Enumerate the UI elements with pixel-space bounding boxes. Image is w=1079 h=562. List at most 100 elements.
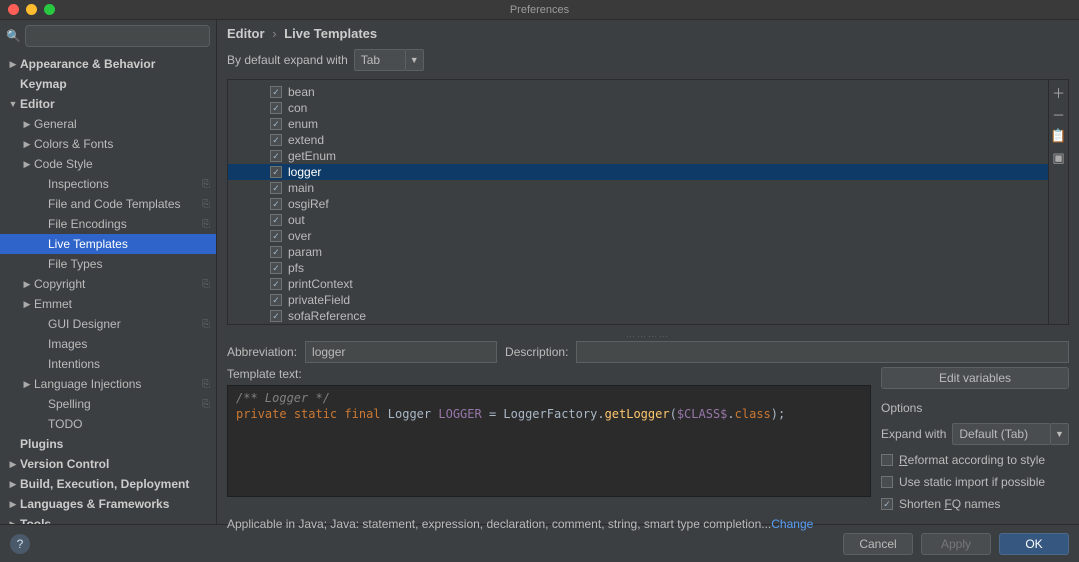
expand-with-inner-select[interactable]: Default (Tab): [952, 423, 1051, 445]
template-checkbox[interactable]: ✓: [270, 198, 282, 210]
tree-item[interactable]: ▶Copyright⎘: [0, 274, 216, 294]
tree-item[interactable]: ▶Keymap: [0, 74, 216, 94]
breadcrumb-separator: ›: [272, 26, 276, 41]
template-checkbox[interactable]: ✓: [270, 86, 282, 98]
template-checkbox[interactable]: ✓: [270, 118, 282, 130]
template-item[interactable]: ✓logger: [228, 164, 1048, 180]
tree-item[interactable]: ▶File Encodings⎘: [0, 214, 216, 234]
scope-badge-icon: ⎘: [202, 199, 210, 210]
template-checkbox[interactable]: ✓: [270, 246, 282, 258]
tree-item[interactable]: ▶Languages & Frameworks: [0, 494, 216, 514]
static-import-option[interactable]: Use static import if possible: [881, 475, 1069, 489]
tree-item[interactable]: ▶Appearance & Behavior: [0, 54, 216, 74]
add-template-button[interactable]: ＋: [1051, 84, 1067, 100]
window-maximize-button[interactable]: [44, 4, 55, 15]
template-item[interactable]: ✓ param: [228, 244, 1048, 260]
edit-variables-button[interactable]: Edit variables: [881, 367, 1069, 389]
remove-template-button[interactable]: －: [1051, 106, 1067, 122]
shorten-fq-option[interactable]: ✓ Shorten FQ names: [881, 497, 1069, 511]
tree-item-label: Build, Execution, Deployment: [20, 477, 210, 491]
tree-item-label: Spelling: [48, 397, 198, 411]
expand-with-dropdown-arrow[interactable]: ▼: [406, 49, 424, 71]
template-checkbox[interactable]: ✓: [270, 294, 282, 306]
tree-item[interactable]: ▶Tools: [0, 514, 216, 524]
tree-item-label: Colors & Fonts: [34, 137, 210, 151]
expand-with-select[interactable]: Tab: [354, 49, 406, 71]
static-import-checkbox[interactable]: [881, 476, 893, 488]
template-name: printContext: [288, 277, 353, 291]
search-input[interactable]: [25, 25, 210, 47]
tree-arrow-icon: ▶: [8, 499, 18, 510]
template-checkbox[interactable]: ✓: [270, 262, 282, 274]
cancel-button[interactable]: Cancel: [843, 533, 913, 555]
abbreviation-input[interactable]: [305, 341, 497, 363]
tree-item[interactable]: ▼Editor: [0, 94, 216, 114]
tree-item[interactable]: ▶General: [0, 114, 216, 134]
tree-item[interactable]: ▶Language Injections⎘: [0, 374, 216, 394]
tree-arrow-icon: ▶: [8, 479, 18, 490]
template-item[interactable]: ✓getEnum: [228, 148, 1048, 164]
template-checkbox[interactable]: ✓: [270, 214, 282, 226]
tree-item[interactable]: ▶Plugins: [0, 434, 216, 454]
tree-arrow-icon: ▶: [22, 379, 32, 390]
tree-item-label: Emmet: [34, 297, 210, 311]
tree-item[interactable]: ▶Build, Execution, Deployment: [0, 474, 216, 494]
template-item[interactable]: ✓privateField: [228, 292, 1048, 308]
tree-item[interactable]: ▶GUI Designer⎘: [0, 314, 216, 334]
settings-tree[interactable]: ▶Appearance & Behavior▶Keymap▼Editor▶Gen…: [0, 52, 216, 524]
template-item[interactable]: ✓ extend: [228, 132, 1048, 148]
window-close-button[interactable]: [8, 4, 19, 15]
template-name: param: [288, 245, 322, 259]
tree-item[interactable]: ▶Colors & Fonts: [0, 134, 216, 154]
tree-item[interactable]: ▶File and Code Templates⎘: [0, 194, 216, 214]
reformat-option[interactable]: Reformat according to style: [881, 453, 1069, 467]
template-checkbox[interactable]: ✓: [270, 310, 282, 322]
template-settings-button[interactable]: ▣: [1051, 150, 1067, 166]
shorten-fq-checkbox[interactable]: ✓: [881, 498, 893, 510]
tree-item[interactable]: ▶File Types: [0, 254, 216, 274]
tree-item[interactable]: ▶Images: [0, 334, 216, 354]
reformat-checkbox[interactable]: [881, 454, 893, 466]
expand-with-inner-arrow[interactable]: ▼: [1051, 423, 1069, 445]
template-item[interactable]: ✓over: [228, 228, 1048, 244]
tree-item[interactable]: ▶Code Style: [0, 154, 216, 174]
tree-item[interactable]: ▶Live Templates: [0, 234, 216, 254]
template-checkbox[interactable]: ✓: [270, 278, 282, 290]
template-checkbox[interactable]: ✓: [270, 102, 282, 114]
titlebar[interactable]: Preferences: [0, 0, 1079, 20]
template-item[interactable]: ✓con: [228, 100, 1048, 116]
tree-item[interactable]: ▶Intentions: [0, 354, 216, 374]
help-button[interactable]: ?: [10, 534, 30, 554]
template-item[interactable]: ✓out: [228, 212, 1048, 228]
template-text-editor[interactable]: /** Logger */ private static final Logge…: [227, 385, 871, 497]
template-checkbox[interactable]: ✓: [270, 166, 282, 178]
template-item[interactable]: ✓main: [228, 180, 1048, 196]
template-checkbox[interactable]: ✓: [270, 134, 282, 146]
template-checkbox[interactable]: ✓: [270, 230, 282, 242]
scope-badge-icon: ⎘: [202, 279, 210, 290]
description-input[interactable]: [576, 341, 1069, 363]
template-item[interactable]: ✓sofaReference: [228, 308, 1048, 324]
template-checkbox[interactable]: ✓: [270, 150, 282, 162]
tree-item[interactable]: ▶Spelling⎘: [0, 394, 216, 414]
template-item[interactable]: ✓ bean: [228, 84, 1048, 100]
apply-button[interactable]: Apply: [921, 533, 991, 555]
tree-item[interactable]: ▶Emmet: [0, 294, 216, 314]
copy-template-button[interactable]: 📋: [1051, 128, 1067, 144]
change-context-link[interactable]: Change: [771, 517, 813, 531]
template-item[interactable]: ✓pfs: [228, 260, 1048, 276]
tree-item[interactable]: ▶Inspections⎘: [0, 174, 216, 194]
template-name: bean: [288, 85, 315, 99]
template-list[interactable]: ✓bean✓con✓enum✓extend✓getEnum✓logger✓mai…: [228, 80, 1048, 324]
template-item[interactable]: ✓osgiRef: [228, 196, 1048, 212]
template-name: extend: [288, 133, 324, 147]
scope-badge-icon: ⎘: [202, 219, 210, 230]
window-minimize-button[interactable]: [26, 4, 37, 15]
template-item[interactable]: ✓ printContext: [228, 276, 1048, 292]
ok-button[interactable]: OK: [999, 533, 1069, 555]
template-item[interactable]: ✓enum: [228, 116, 1048, 132]
template-checkbox[interactable]: ✓: [270, 182, 282, 194]
tree-item[interactable]: ▶TODO: [0, 414, 216, 434]
search-icon: 🔍: [6, 29, 21, 43]
tree-item[interactable]: ▶Version Control: [0, 454, 216, 474]
